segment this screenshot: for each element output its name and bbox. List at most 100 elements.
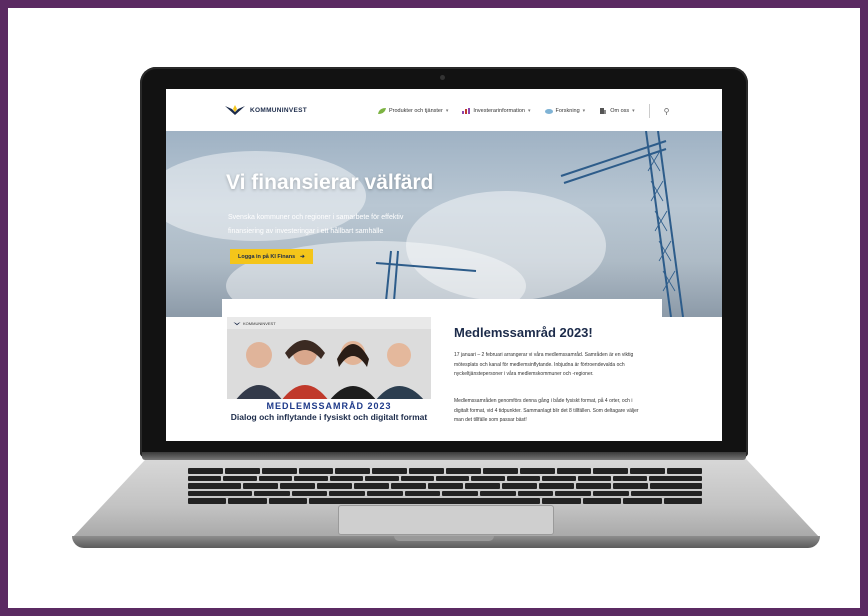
nav-item-research[interactable]: Forskning ▾ <box>544 108 586 114</box>
keyboard-key <box>542 475 576 482</box>
hero-title: Vi finansierar välfärd <box>226 171 434 194</box>
keyboard-key <box>446 468 481 474</box>
laptop-screen: KOMMUNINVEST Produkter och tjänster ▾ In… <box>166 89 722 441</box>
keyboard-key <box>261 468 297 474</box>
keyboard-row <box>187 498 703 504</box>
nav-divider <box>648 104 650 118</box>
keyboard-key <box>187 498 227 504</box>
keyboard-key <box>258 475 293 482</box>
keyboard-key <box>593 468 629 474</box>
nav-item-products[interactable]: Produkter och tjänster ▾ <box>378 108 448 114</box>
keyboard-key <box>268 498 308 504</box>
keyboard-key <box>365 475 399 482</box>
keyboard-key <box>630 468 666 474</box>
nav-item-investors[interactable]: Investerarinformation ▾ <box>462 108 531 114</box>
chevron-down-icon: ▾ <box>445 108 449 114</box>
nav-item-about[interactable]: Om oss ▾ <box>599 108 635 114</box>
keyboard-row <box>187 490 703 497</box>
keyboard-key <box>400 475 434 482</box>
news-card: KOMMUNINVEST MEDLEMSSAMRÅD 2023 Dialog o… <box>222 299 662 441</box>
keyboard-key <box>316 483 352 489</box>
keyboard-key <box>612 483 648 489</box>
article-title[interactable]: Medlemssamråd 2023! <box>454 325 593 340</box>
keyboard-key <box>501 483 537 489</box>
keyboard-key <box>506 475 541 482</box>
trackpad <box>338 505 554 535</box>
chevron-down-icon: ▾ <box>582 108 586 114</box>
keyboard-key <box>187 490 253 497</box>
chevron-down-icon: ▾ <box>528 108 531 114</box>
keyboard-key <box>435 475 470 482</box>
keyboard-row <box>187 468 703 474</box>
keyboard-key <box>442 490 479 497</box>
keyboard-key <box>582 498 622 504</box>
cloud-icon <box>544 109 553 114</box>
keyboard-key <box>542 498 581 504</box>
arrow-right-icon: ➔ <box>300 253 305 260</box>
keyboard-key <box>555 490 592 497</box>
keyboard-key <box>353 483 389 489</box>
nav-label: Produkter och tjänster <box>389 108 443 114</box>
promo-logo: KOMMUNINVEST <box>233 321 276 326</box>
bar-chart-icon <box>462 108 471 114</box>
nav-label: Forskning <box>555 108 580 114</box>
leaf-icon <box>378 108 386 114</box>
keyboard-key <box>593 490 629 497</box>
keyboard-row <box>188 475 702 482</box>
promo-subtitle: Dialog och inflytande i fysiskt och digi… <box>230 412 428 422</box>
logo-bird-icon <box>233 322 241 326</box>
keyboard-key <box>517 490 554 497</box>
promo-logo-text: KOMMUNINVEST <box>243 321 276 326</box>
hero-subtitle-line: finansiering av investeringar i ett håll… <box>228 228 384 235</box>
keyboard-key <box>577 475 612 482</box>
nav-label: Om oss <box>610 108 630 114</box>
search-icon[interactable]: ⚲ <box>664 107 670 116</box>
keyboard-key <box>409 468 444 474</box>
people-photo <box>227 329 431 401</box>
keyboard-key <box>224 468 260 474</box>
promo-image[interactable]: KOMMUNINVEST MEDLEMSSAMRÅD 2023 Dialog o… <box>227 317 431 435</box>
main-nav: Produkter och tjänster ▾ Investerarinfor… <box>378 104 670 118</box>
keyboard-key <box>294 475 328 482</box>
keyboard-key <box>291 490 328 497</box>
hero-banner: Vi finansierar välfärd Svenska kommuner … <box>166 131 722 317</box>
logo-bird-icon <box>225 105 245 115</box>
hero-subtitle: Svenska kommuner och regioner i samarbet… <box>228 211 468 239</box>
article-paragraph: Medlemssamråden genomförs denna gång i b… <box>454 398 639 423</box>
keyboard-key <box>223 475 257 482</box>
building-icon <box>600 108 607 114</box>
keyboard-key <box>188 475 222 482</box>
keyboard-key <box>254 490 290 497</box>
keyboard-key <box>309 498 541 504</box>
laptop-lid: KOMMUNINVEST Produkter och tjänster ▾ In… <box>140 67 748 457</box>
hero-subtitle-line: Svenska kommuner och regioner i samarbet… <box>228 214 404 221</box>
keyboard-key <box>187 468 223 474</box>
site-header: KOMMUNINVEST Produkter och tjänster ▾ In… <box>166 89 722 131</box>
keyboard-key <box>613 475 647 482</box>
login-button[interactable]: Logga in på KI Finans ➔ <box>230 249 313 264</box>
logo-text: KOMMUNINVEST <box>250 106 308 114</box>
site-logo[interactable]: KOMMUNINVEST <box>224 103 307 117</box>
keyboard-key <box>427 483 463 489</box>
keyboard-key <box>623 498 662 504</box>
chevron-down-icon: ▾ <box>632 108 635 114</box>
keyboard-key <box>329 490 366 497</box>
keyboard-key <box>228 498 267 504</box>
camera-icon <box>440 75 445 80</box>
keyboard-key <box>482 468 518 474</box>
keyboard-row <box>188 483 702 489</box>
laptop-notch <box>394 536 494 541</box>
keyboard-key <box>367 490 403 497</box>
keyboard-key <box>575 483 611 489</box>
keyboard-key <box>519 468 555 474</box>
keyboard-key <box>630 490 703 497</box>
promo-caption: MEDLEMSSAMRÅD 2023 Dialog och inflytande… <box>227 399 431 435</box>
keyboard-key <box>404 490 441 497</box>
keyboard <box>187 468 703 504</box>
keyboard-key <box>242 483 278 489</box>
keyboard-key <box>464 483 500 489</box>
keyboard-key <box>667 468 703 474</box>
keyboard-key <box>279 483 315 489</box>
keyboard-key <box>556 468 592 474</box>
nav-label: Investerarinformation <box>473 108 525 114</box>
